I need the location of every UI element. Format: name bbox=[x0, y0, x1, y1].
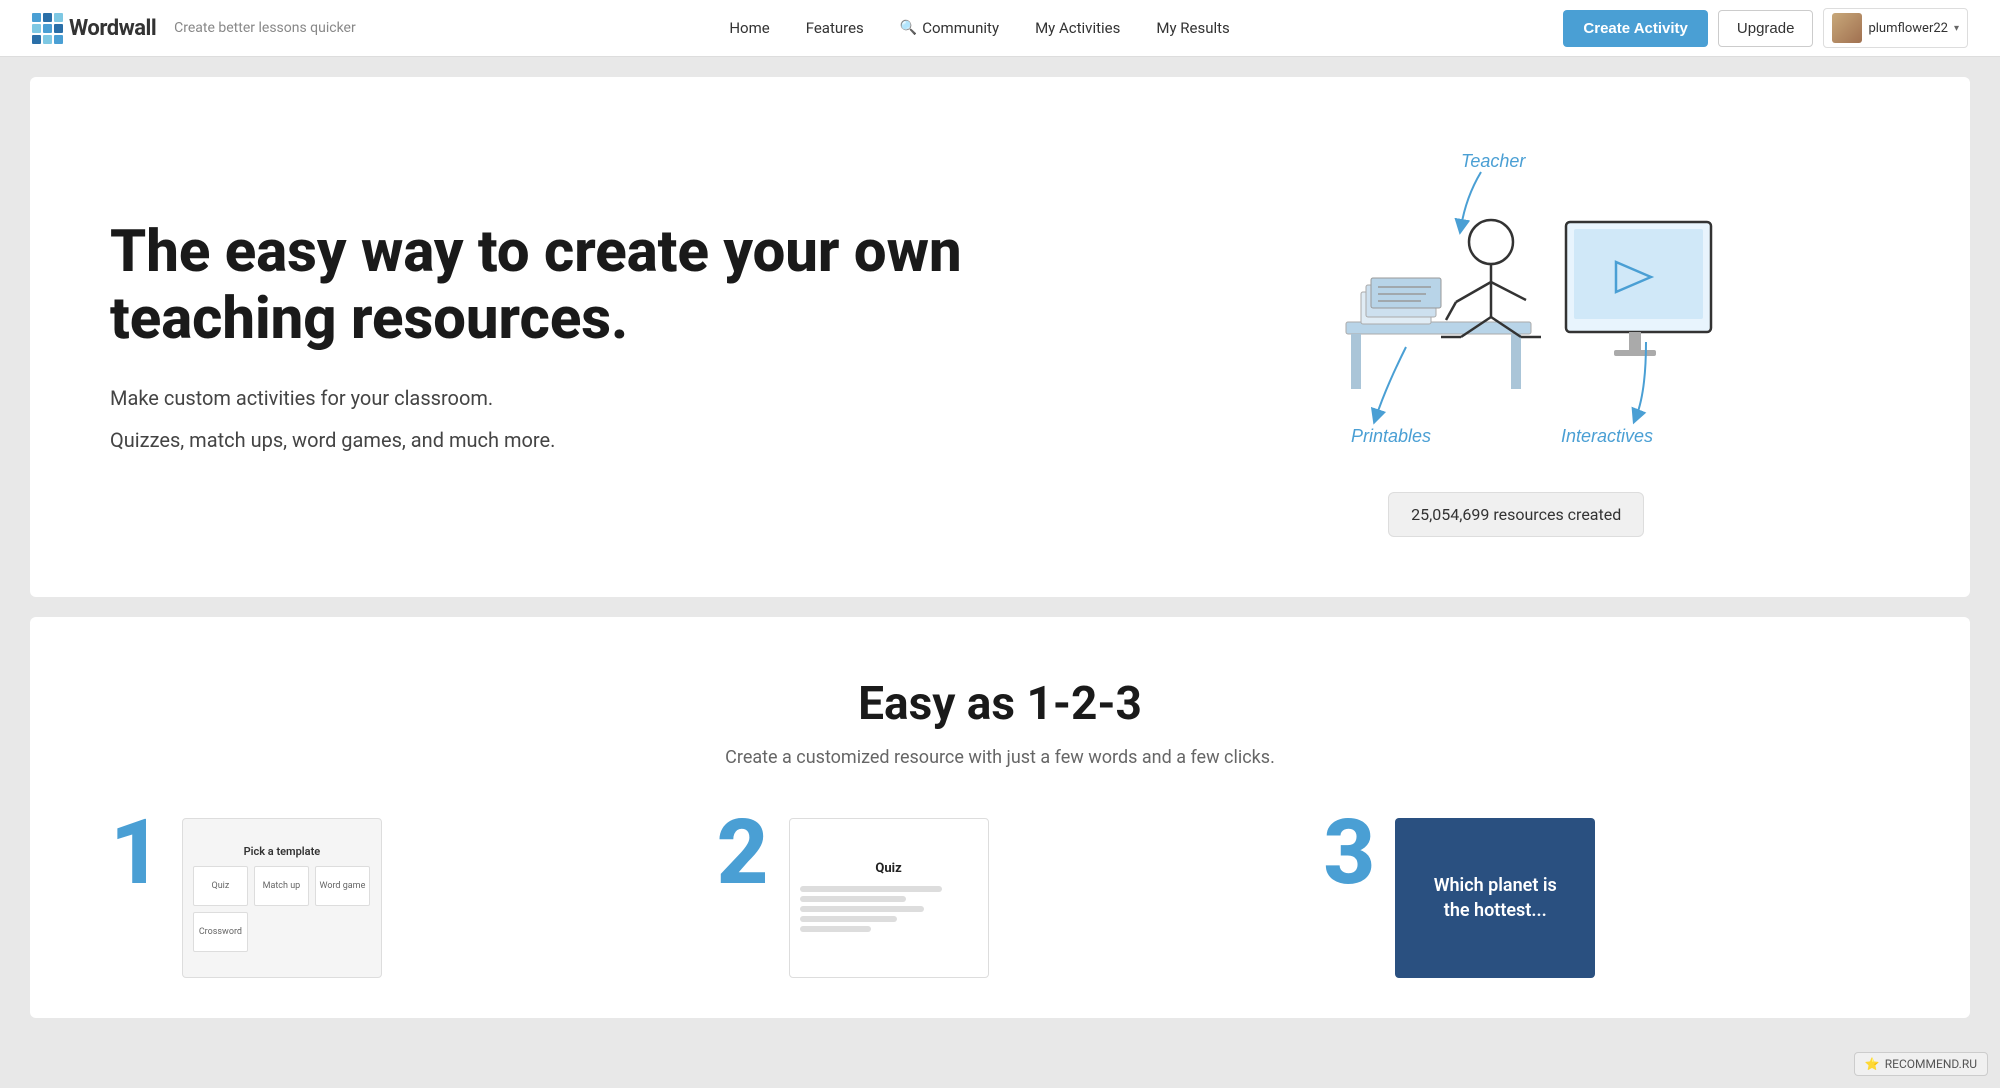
hero-illustration: Teacher bbox=[1142, 137, 1890, 537]
logo-cell bbox=[43, 24, 52, 33]
logo-cell bbox=[43, 35, 52, 44]
step-2: 2 Quiz bbox=[717, 818, 1284, 978]
search-icon: 🔍 bbox=[900, 20, 917, 36]
brand-logo[interactable]: Wordwall bbox=[32, 13, 156, 44]
template-label: Match up bbox=[261, 879, 303, 893]
logo-cell bbox=[32, 13, 41, 22]
step-1-card: Pick a template Quiz Match up Word game bbox=[182, 818, 382, 978]
hero-section: The easy way to create your own teaching… bbox=[30, 77, 1970, 597]
template-card: Word game bbox=[315, 866, 370, 906]
logo-cell bbox=[32, 24, 41, 33]
recommend-label: RECOMMEND.RU bbox=[1885, 1057, 1977, 1071]
easy-section-subtitle: Create a customized resource with just a… bbox=[110, 747, 1890, 768]
step-3-card: Which planet isthe hottest... bbox=[1395, 818, 1595, 978]
step-2-card-inner: Quiz bbox=[790, 851, 988, 946]
step-2-line1 bbox=[800, 886, 942, 892]
wordwall-logo: Wordwall bbox=[32, 13, 156, 44]
template-label: Quiz bbox=[210, 879, 232, 893]
nav-my-activities[interactable]: My Activities bbox=[1017, 0, 1138, 57]
nav-home[interactable]: Home bbox=[711, 0, 787, 57]
step-1-number: 1 bbox=[110, 808, 162, 898]
nav-my-results[interactable]: My Results bbox=[1138, 0, 1247, 57]
nav-community-label: Community bbox=[922, 19, 999, 37]
navbar-tagline: Create better lessons quicker bbox=[174, 20, 356, 36]
step-2-line2 bbox=[800, 896, 907, 902]
template-card: Match up bbox=[254, 866, 309, 906]
step-3-text: Which planet isthe hottest... bbox=[1434, 873, 1557, 923]
resources-count: 25,054,699 resources created bbox=[1411, 505, 1621, 524]
step-3: 3 Which planet isthe hottest... bbox=[1323, 818, 1890, 978]
step-2-line5 bbox=[800, 926, 871, 932]
avatar bbox=[1832, 13, 1862, 43]
hero-content: The easy way to create your own teaching… bbox=[110, 219, 1089, 454]
step-2-card-title: Quiz bbox=[800, 861, 978, 876]
svg-text:Teacher: Teacher bbox=[1461, 151, 1526, 171]
resources-badge: 25,054,699 resources created bbox=[1388, 492, 1644, 537]
step-1-templates: Quiz Match up Word game Crossword bbox=[193, 866, 371, 952]
page-wrapper: The easy way to create your own teaching… bbox=[0, 57, 2000, 1038]
create-activity-button[interactable]: Create Activity bbox=[1563, 10, 1708, 47]
user-menu[interactable]: plumflower22 ▾ bbox=[1823, 8, 1968, 48]
logo-cell bbox=[54, 13, 63, 22]
navbar-actions: Create Activity Upgrade plumflower22 ▾ bbox=[1563, 8, 1968, 48]
template-card: Crossword bbox=[193, 912, 248, 952]
upgrade-button[interactable]: Upgrade bbox=[1718, 10, 1814, 47]
logo-cell bbox=[32, 35, 41, 44]
step-1: 1 Pick a template Quiz Match up bbox=[110, 818, 677, 978]
logo-cell bbox=[54, 35, 63, 44]
logo-cell bbox=[54, 24, 63, 33]
recommend-icon: ⭐ bbox=[1865, 1057, 1880, 1071]
username: plumflower22 bbox=[1868, 21, 1948, 36]
hero-title: The easy way to create your own teaching… bbox=[110, 219, 1089, 352]
navbar: Wordwall Create better lessons quicker H… bbox=[0, 0, 2000, 57]
step-3-number: 3 bbox=[1323, 808, 1375, 898]
nav-features[interactable]: Features bbox=[788, 0, 882, 57]
steps-row: 1 Pick a template Quiz Match up bbox=[110, 818, 1890, 978]
template-label: Word game bbox=[317, 879, 367, 893]
step-1-card-inner: Pick a template Quiz Match up Word game bbox=[183, 835, 381, 962]
template-label: Crossword bbox=[197, 925, 244, 939]
nav-community[interactable]: 🔍 Community bbox=[882, 0, 1017, 57]
logo-cell bbox=[43, 13, 52, 22]
logo-grid-icon bbox=[32, 13, 63, 44]
navbar-nav: Home Features 🔍 Community My Activities … bbox=[396, 0, 1564, 57]
step-2-number: 2 bbox=[717, 808, 769, 898]
hero-illustration-svg: Teacher bbox=[1306, 137, 1726, 477]
logo-name: Wordwall bbox=[69, 16, 156, 41]
step-1-card-title: Pick a template bbox=[193, 845, 371, 858]
easy-section: Easy as 1-2-3 Create a customized resour… bbox=[30, 617, 1970, 1018]
svg-text:Printables: Printables bbox=[1351, 426, 1431, 446]
easy-section-title: Easy as 1-2-3 bbox=[110, 677, 1890, 731]
recommend-badge: ⭐ RECOMMEND.RU bbox=[1854, 1052, 1988, 1076]
hero-subtitle-line1: Make custom activities for your classroo… bbox=[110, 383, 1089, 413]
template-card: Quiz bbox=[193, 866, 248, 906]
avatar-image bbox=[1832, 13, 1862, 43]
step-2-line3 bbox=[800, 906, 925, 912]
chevron-down-icon: ▾ bbox=[1954, 23, 1959, 34]
svg-text:Interactives: Interactives bbox=[1561, 426, 1653, 446]
hero-subtitle-line2: Quizzes, match ups, word games, and much… bbox=[110, 425, 1089, 455]
step-2-card: Quiz bbox=[789, 818, 989, 978]
step-2-line4 bbox=[800, 916, 898, 922]
